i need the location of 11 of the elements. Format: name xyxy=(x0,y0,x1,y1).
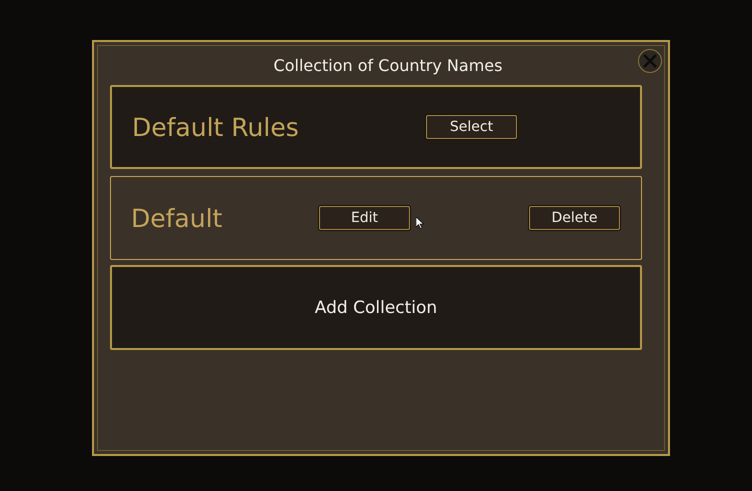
close-button[interactable] xyxy=(638,49,662,73)
delete-button[interactable]: Delete xyxy=(529,206,620,230)
collection-row[interactable]: Default Edit Delete xyxy=(110,176,642,260)
select-button[interactable]: Select xyxy=(426,115,517,139)
collection-name: Default Rules xyxy=(132,112,300,142)
add-collection-button[interactable]: Add Collection xyxy=(110,265,642,350)
collection-row[interactable]: Default Rules Select xyxy=(110,85,642,169)
dialog-title: Collection of Country Names xyxy=(274,56,502,75)
edit-button[interactable]: Edit xyxy=(319,206,410,230)
cursor-icon xyxy=(416,217,424,229)
collection-name: Default xyxy=(131,204,224,232)
